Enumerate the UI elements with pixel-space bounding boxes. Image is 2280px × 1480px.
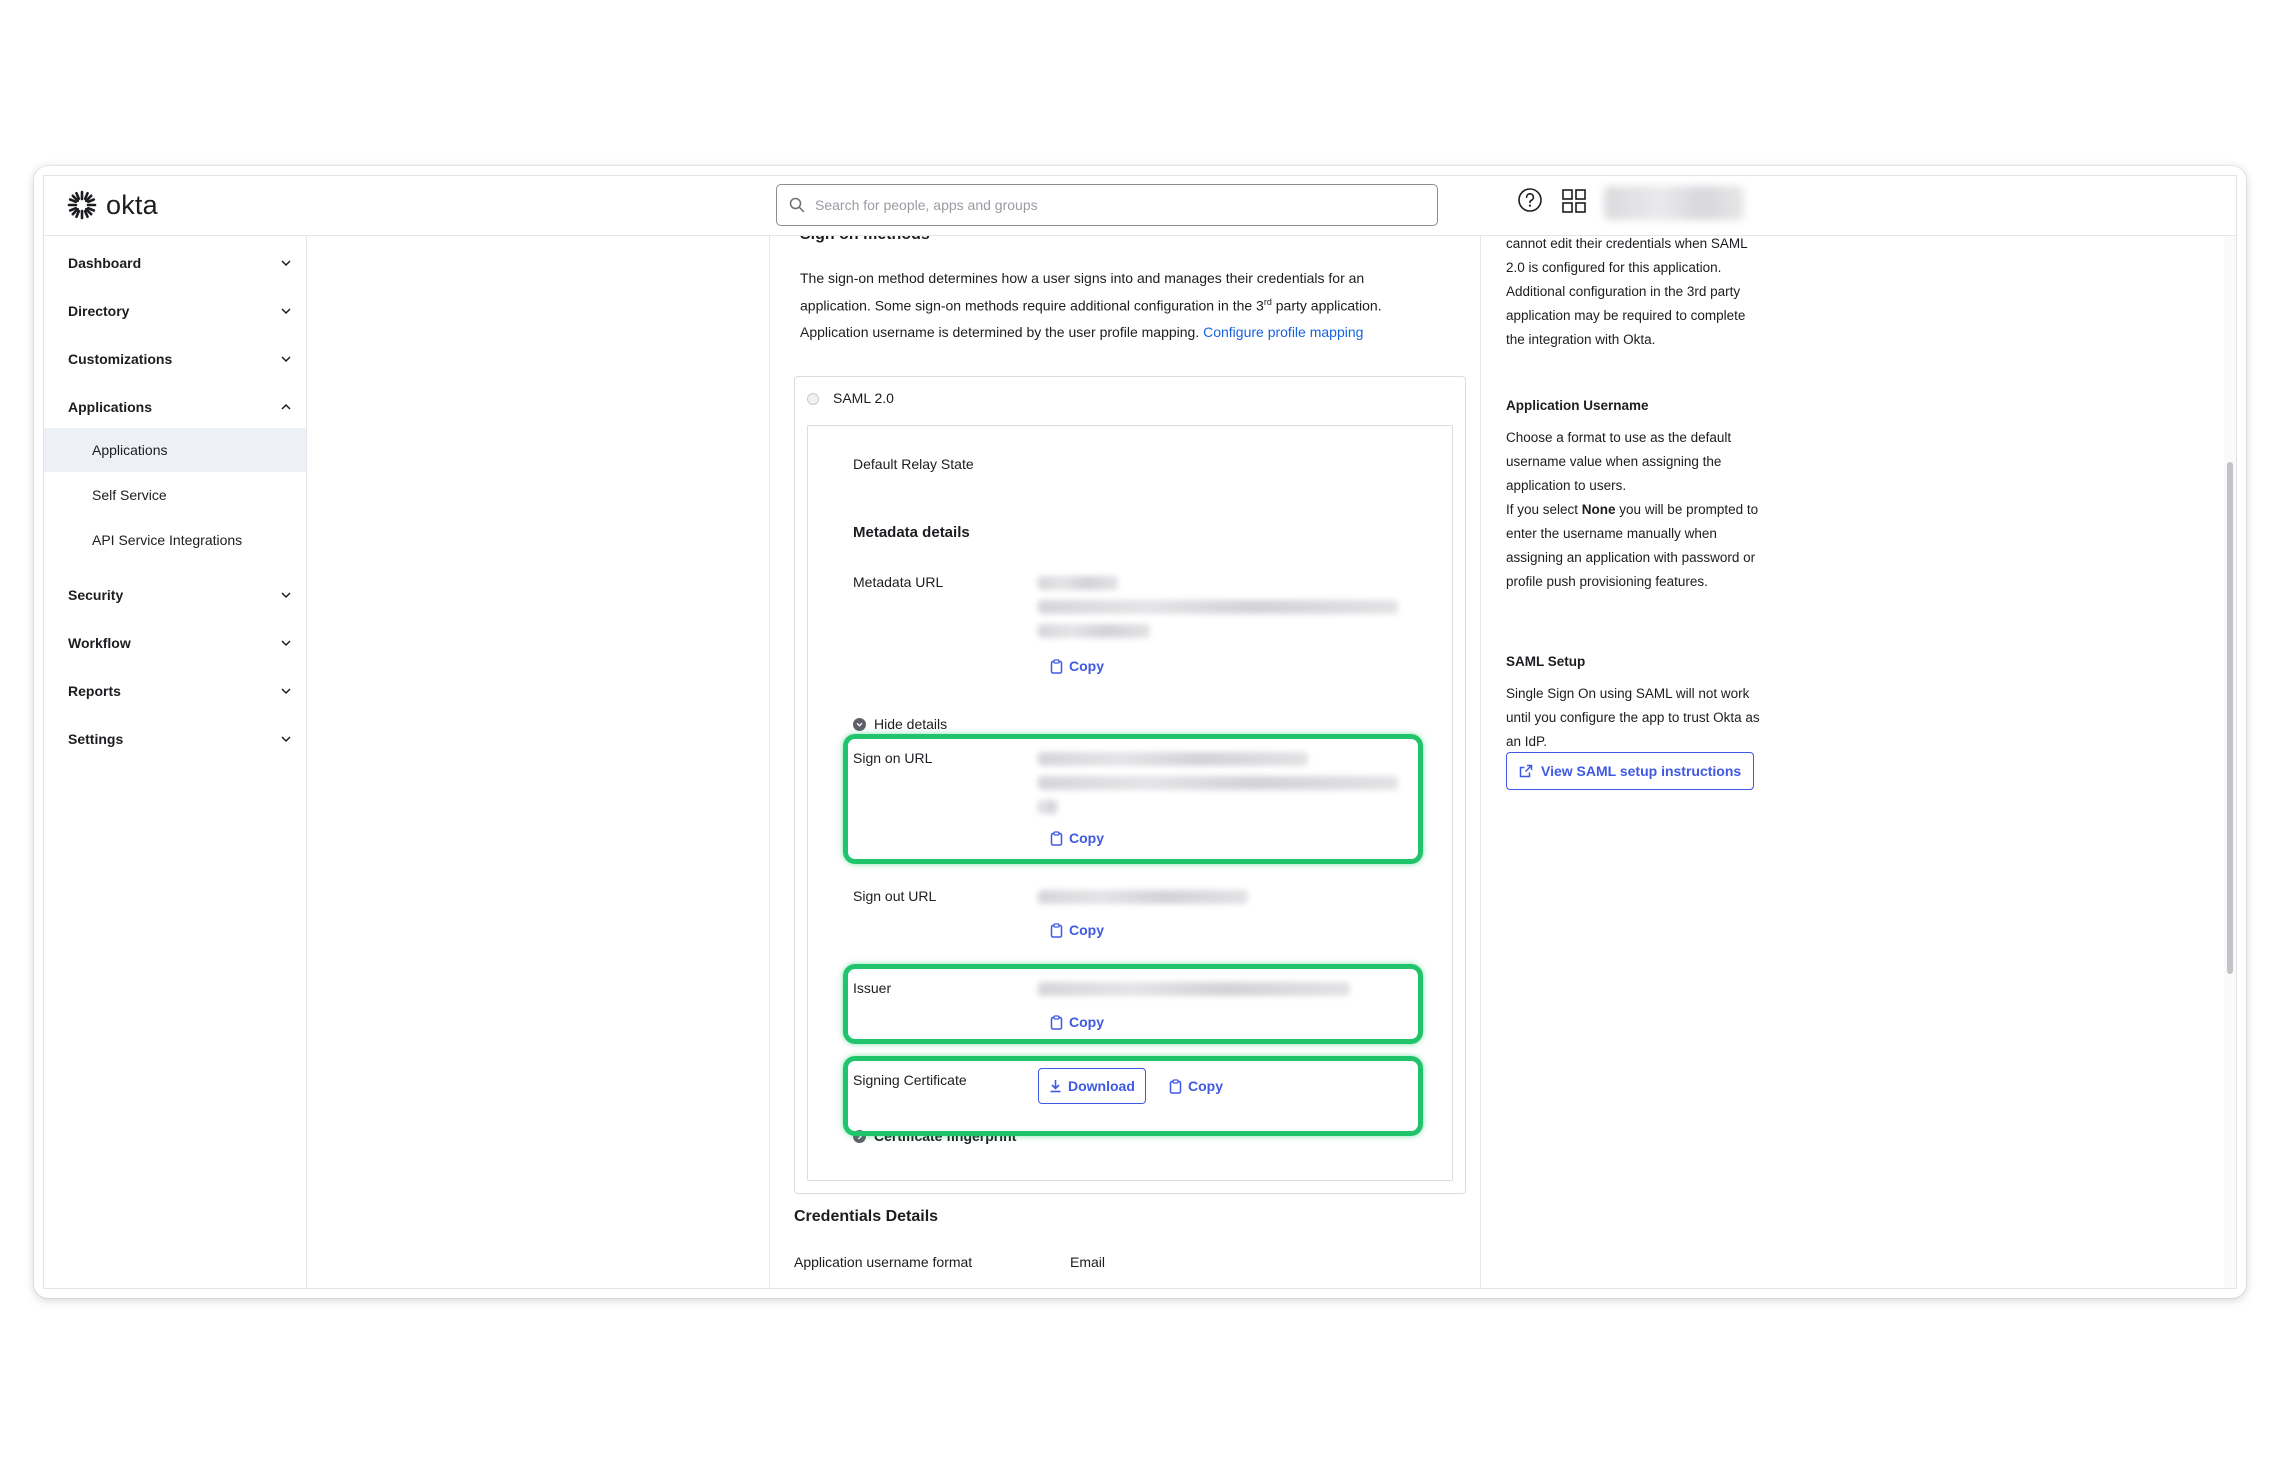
- okta-sunburst-icon: [67, 190, 97, 220]
- sidebar-nav: Dashboard Directory Customizations Appli…: [44, 236, 307, 1288]
- help-none-option-text: If you select None you will be prompted …: [1506, 498, 1766, 594]
- help-saml-setup-heading: SAML Setup: [1506, 654, 1586, 669]
- chevron-up-icon: [281, 403, 291, 410]
- help-text: If you select: [1506, 502, 1582, 517]
- chevron-down-icon: [281, 688, 291, 695]
- configure-profile-mapping-link[interactable]: Configure profile mapping: [1203, 324, 1363, 340]
- help-application-username-heading: Application Username: [1506, 398, 1649, 413]
- chevron-down-icon: [281, 356, 291, 363]
- username-format-label: Application username format: [794, 1254, 973, 1270]
- okta-logo[interactable]: okta: [66, 189, 158, 221]
- view-saml-setup-label: View SAML setup instructions: [1541, 763, 1742, 779]
- sidebar-item-label: Directory: [68, 303, 130, 319]
- help-panel: cannot edit their credentials when SAML …: [1506, 236, 1796, 1288]
- app-grid-icon[interactable]: [1561, 188, 1587, 214]
- sidebar-subitem-label: Self Service: [92, 487, 167, 503]
- help-bold-text: None: [1581, 502, 1616, 517]
- description-line-1: The sign-on method determines how a user…: [800, 270, 1365, 286]
- sign-on-description: The sign-on method determines how a user…: [800, 266, 1460, 318]
- sidebar-item-security[interactable]: Security: [68, 580, 292, 610]
- scrollbar-thumb[interactable]: [2227, 462, 2233, 974]
- metadata-url-label: Metadata URL: [853, 574, 944, 590]
- okta-admin-console: okta Dashboard Directory: [43, 175, 2237, 1289]
- username-mapping-label: Application username is determined by th…: [800, 324, 1204, 340]
- view-saml-setup-instructions-button[interactable]: View SAML setup instructions: [1506, 752, 1755, 790]
- section-heading: Sign on methods: [800, 236, 930, 244]
- clipboard-icon: [1050, 658, 1063, 674]
- browser-window: okta Dashboard Directory: [34, 166, 2246, 1298]
- chevron-down-icon: [281, 736, 291, 743]
- sidebar-item-dashboard[interactable]: Dashboard: [68, 248, 292, 278]
- chevron-down-icon: [853, 717, 866, 731]
- saml-details-panel: Default Relay State Metadata details Met…: [807, 425, 1453, 1181]
- help-username-text: Choose a format to use as the default us…: [1506, 430, 1732, 493]
- help-saml-setup-text: Single Sign On using SAML will not work …: [1506, 686, 1760, 749]
- clipboard-icon: [1050, 922, 1063, 938]
- user-menu-blurred[interactable]: [1604, 186, 1744, 220]
- saml-label: SAML 2.0: [833, 390, 894, 406]
- copy-metadata-url-button[interactable]: Copy: [1050, 658, 1104, 674]
- sidebar-item-directory[interactable]: Directory: [68, 296, 292, 326]
- credentials-details-heading: Credentials Details: [794, 1208, 939, 1225]
- search-icon: [789, 197, 805, 213]
- sidebar-item-label: Reports: [68, 683, 121, 699]
- logo-text: okta: [106, 189, 158, 220]
- sign-out-url-label: Sign out URL: [853, 888, 937, 904]
- sidebar-item-label: Customizations: [68, 351, 173, 367]
- sidebar-item-label: Settings: [68, 731, 124, 747]
- help-icon[interactable]: [1517, 187, 1543, 213]
- saml-radio[interactable]: [807, 393, 819, 405]
- hide-details-toggle[interactable]: Hide details: [853, 716, 947, 732]
- search-bar[interactable]: [776, 184, 1438, 226]
- sidebar-item-label: Applications: [68, 399, 153, 415]
- sidebar-subitem-self-service[interactable]: Self Service: [44, 473, 306, 517]
- description-superscript: rd: [1263, 297, 1272, 307]
- chevron-down-icon: [281, 260, 291, 267]
- search-input[interactable]: [815, 197, 1415, 213]
- highlight-issuer: [843, 964, 1423, 1044]
- sidebar-item-label: Workflow: [68, 635, 131, 651]
- metadata-details-heading: Metadata details: [853, 524, 970, 541]
- external-link-icon: [1519, 764, 1533, 778]
- sidebar-item-workflow[interactable]: Workflow: [68, 628, 292, 658]
- metadata-url-value-blurred: [1038, 600, 1398, 614]
- username-mapping-text: Application username is determined by th…: [800, 320, 1460, 344]
- username-format-value: Email: [1070, 1254, 1106, 1270]
- sidebar-item-reports[interactable]: Reports: [68, 676, 292, 706]
- copy-sign-out-url-button[interactable]: Copy: [1050, 922, 1104, 938]
- sidebar-subitem-label: API Service Integrations: [92, 532, 243, 548]
- page-scrollbar[interactable]: [2224, 236, 2236, 1288]
- sidebar-subitem-api-service-integrations[interactable]: API Service Integrations: [44, 518, 306, 562]
- metadata-url-value-blurred: [1038, 576, 1118, 590]
- sidebar-item-label: Security: [68, 587, 124, 603]
- sidebar-item-customizations[interactable]: Customizations: [68, 344, 292, 374]
- description-text: party application.: [1271, 297, 1382, 314]
- help-credentials-text: cannot edit their credentials when SAML …: [1506, 236, 1748, 347]
- copy-label: Copy: [1069, 658, 1104, 674]
- sidebar-item-label: Dashboard: [68, 255, 142, 271]
- saml-method-card: SAML 2.0 Default Relay State Metadata de…: [794, 376, 1466, 1194]
- top-bar: okta: [44, 176, 2236, 236]
- sidebar-item-settings[interactable]: Settings: [68, 724, 292, 754]
- chevron-down-icon: [281, 640, 291, 647]
- description-text: application. Some sign-on methods requir…: [800, 297, 1264, 314]
- hide-details-label: Hide details: [874, 716, 948, 732]
- main-content: Sign on methods The sign-on method deter…: [769, 236, 1481, 1288]
- sidebar-subitem-applications[interactable]: Applications: [44, 428, 306, 472]
- default-relay-state-label: Default Relay State: [853, 456, 974, 472]
- metadata-url-value-blurred: [1038, 624, 1150, 638]
- copy-label: Copy: [1069, 922, 1104, 938]
- highlight-signing-certificate: [843, 1056, 1423, 1136]
- description-line-2: application. Some sign-on methods requir…: [800, 290, 1460, 318]
- chevron-down-icon: [281, 592, 291, 599]
- sidebar-subitem-label: Applications: [92, 442, 168, 458]
- sidebar-item-applications[interactable]: Applications: [68, 392, 292, 422]
- highlight-sign-on-url: [843, 734, 1423, 864]
- sign-out-url-value-blurred: [1038, 890, 1248, 904]
- chevron-down-icon: [281, 308, 291, 315]
